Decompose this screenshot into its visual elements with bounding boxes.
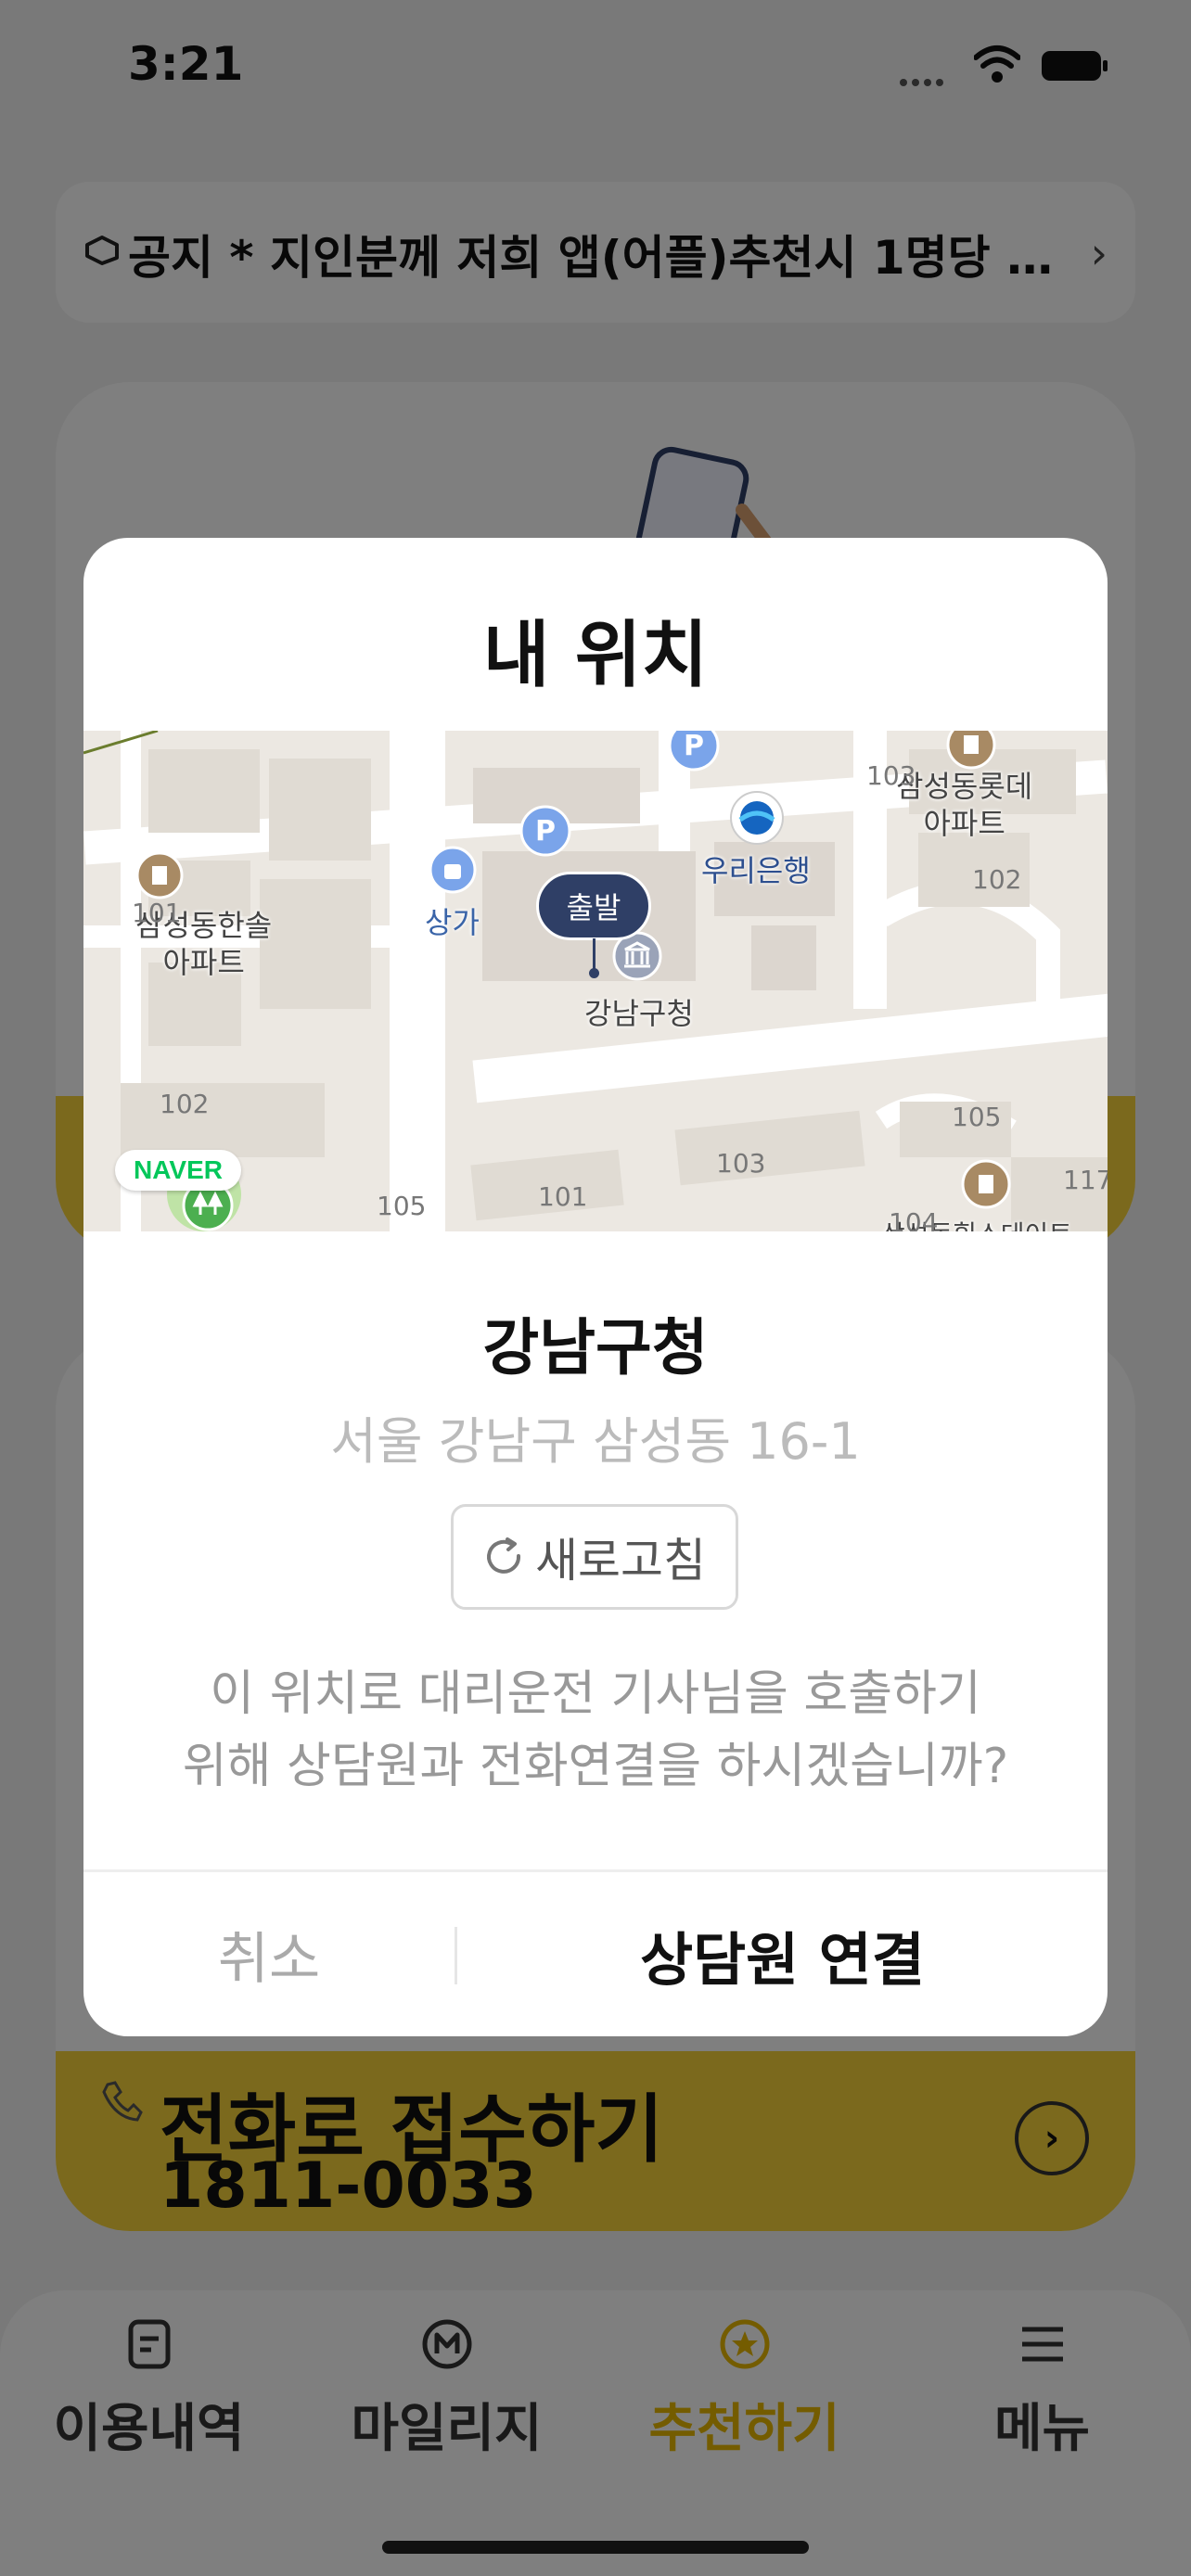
map-label-gangnam-office: 강남구청 bbox=[584, 996, 694, 1031]
map-label-lotte: 삼성동롯데 아파트 bbox=[896, 769, 1033, 841]
apartment-icon bbox=[961, 1159, 1011, 1209]
bank-icon bbox=[730, 791, 784, 845]
building-number: 103 bbox=[866, 760, 916, 791]
cancel-button[interactable]: 취소 bbox=[83, 1872, 455, 2036]
pin-stem bbox=[593, 938, 596, 972]
shopping-icon bbox=[429, 846, 477, 894]
dialog-title: 내 위치 bbox=[482, 614, 709, 697]
parking-icon: P bbox=[668, 731, 720, 772]
place-address: 서울 강남구 삼성동 16-1 bbox=[330, 1412, 861, 1471]
map-label-sangga: 상가 bbox=[425, 905, 480, 940]
apartment-icon bbox=[135, 851, 184, 899]
map-label-woori: 우리은행 bbox=[701, 853, 811, 888]
refresh-icon bbox=[487, 1537, 521, 1574]
building-number: 101 bbox=[538, 1181, 588, 1212]
dialog-message-line2: 위해 상담원과 전화연결을 하시겠습니까? bbox=[182, 1739, 1009, 1794]
dialog-message: 이 위치로 대리운전 기사님을 호출하기 위해 상담원과 전화연결을 하시겠습니… bbox=[83, 1658, 1108, 1803]
building-number: 101 bbox=[132, 898, 182, 928]
refresh-label: 새로고침 bbox=[535, 1534, 706, 1588]
connect-agent-button[interactable]: 상담원 연결 bbox=[457, 1872, 1108, 2036]
start-pin: 출발 bbox=[536, 872, 651, 940]
building-number: 117 bbox=[1063, 1165, 1108, 1195]
apartment-icon bbox=[946, 731, 996, 770]
building-number: 105 bbox=[377, 1191, 427, 1221]
building-number: 102 bbox=[972, 864, 1022, 895]
refresh-button[interactable]: 새로고침 bbox=[451, 1504, 738, 1610]
parking-icon: P bbox=[519, 805, 571, 857]
building-number: 105 bbox=[952, 1102, 1002, 1132]
dialog-message-line1: 이 위치로 대리운전 기사님을 호출하기 bbox=[210, 1666, 981, 1722]
building-number: 103 bbox=[716, 1148, 766, 1179]
pin-dot bbox=[589, 968, 599, 978]
building-number: 102 bbox=[160, 1089, 210, 1119]
building-number: 104 bbox=[889, 1207, 939, 1231]
naver-logo: NAVER bbox=[115, 1150, 241, 1191]
location-dialog: 내 위치 P P 삼성동한솔 아파트 상가 우리은행 삼성동롯데 아파트 강남구… bbox=[83, 538, 1108, 2036]
map-view[interactable]: P P 삼성동한솔 아파트 상가 우리은행 삼성동롯데 아파트 강남구청 삼성동… bbox=[83, 731, 1108, 1231]
svg-text:P: P bbox=[535, 815, 556, 848]
place-name: 강남구청 bbox=[482, 1312, 709, 1384]
svg-text:P: P bbox=[684, 731, 704, 762]
